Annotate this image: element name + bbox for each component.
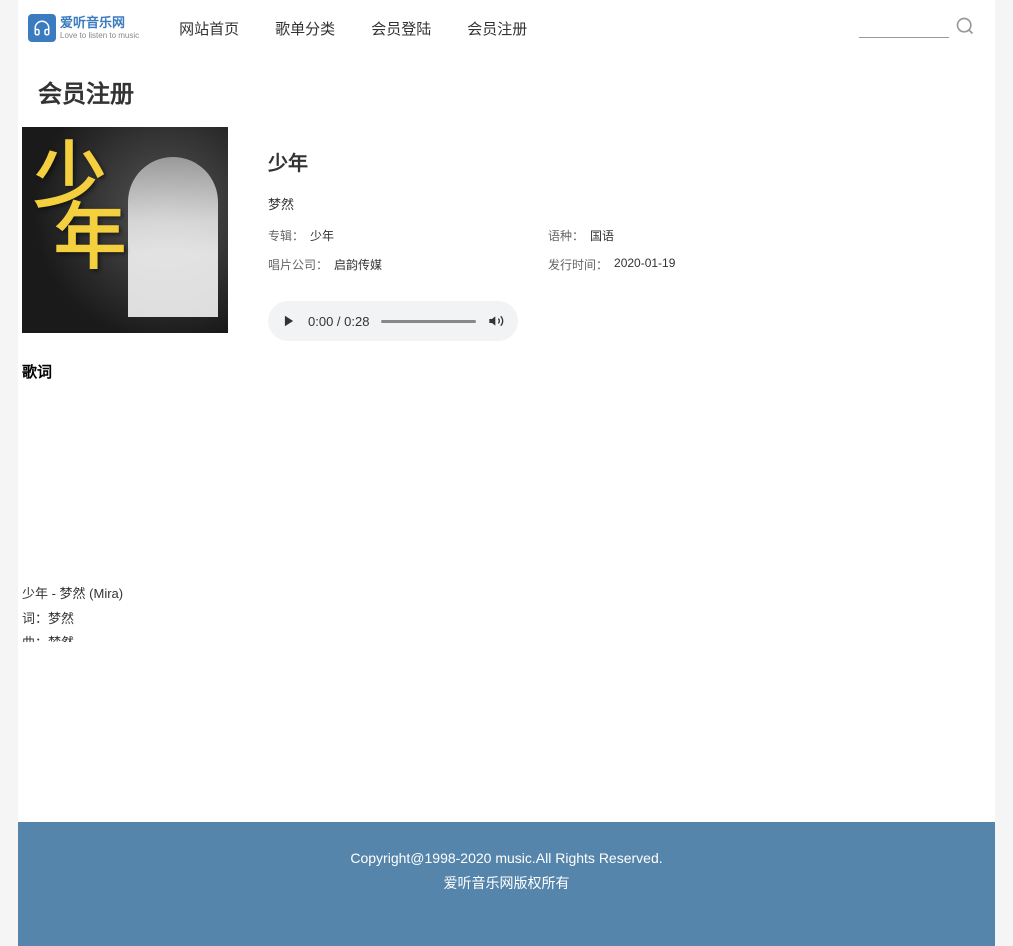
- nav-login[interactable]: 会员登陆: [371, 18, 431, 39]
- audio-player: 0:00 / 0:28: [268, 301, 518, 341]
- main-nav: 网站首页 歌单分类 会员登陆 会员注册: [179, 18, 859, 39]
- lyric-line: 少年 - 梦然 (Mira): [22, 582, 991, 607]
- nav-home[interactable]: 网站首页: [179, 18, 239, 39]
- header: 爱听音乐网 Love to listen to music 网站首页 歌单分类 …: [18, 0, 995, 56]
- logo[interactable]: 爱听音乐网 Love to listen to music: [28, 14, 139, 42]
- footer-copyright: Copyright@1998-2020 music.All Rights Res…: [18, 846, 995, 871]
- song-artist: 梦然: [268, 194, 995, 213]
- time-display: 0:00 / 0:28: [308, 314, 369, 329]
- album-cover: 少 年: [22, 127, 228, 333]
- meta-album: 专辑： 少年: [268, 227, 548, 244]
- lyric-line: 词：梦然: [22, 607, 991, 632]
- page-title: 会员注册: [18, 56, 995, 127]
- song-info: 少年 梦然 专辑： 少年 语种： 国语 唱片公司： 启韵传媒 发行时间： 202…: [268, 127, 995, 341]
- logo-subtitle: Love to listen to music: [60, 31, 139, 40]
- footer-owner: 爱听音乐网版权所有: [18, 871, 995, 896]
- lyrics-title: 歌词: [22, 361, 991, 382]
- volume-button[interactable]: [488, 313, 504, 329]
- song-title: 少年: [268, 147, 995, 176]
- meta-company: 唱片公司： 启韵传媒: [268, 256, 548, 273]
- play-button[interactable]: [282, 314, 296, 328]
- nav-register[interactable]: 会员注册: [467, 18, 527, 39]
- lyrics-content: 少年 - 梦然 (Mira) 词：梦然 曲：梦然: [22, 582, 991, 642]
- search-area: [859, 16, 975, 41]
- headphones-icon: [28, 14, 56, 42]
- footer: Copyright@1998-2020 music.All Rights Res…: [18, 822, 995, 946]
- meta-release: 发行时间： 2020-01-19: [548, 256, 828, 273]
- meta-language: 语种： 国语: [548, 227, 828, 244]
- lyric-line: 曲：梦然: [22, 631, 991, 642]
- search-icon[interactable]: [955, 16, 975, 41]
- progress-bar[interactable]: [381, 320, 476, 323]
- logo-title: 爱听音乐网: [60, 16, 139, 30]
- lyrics-section: 歌词 少年 - 梦然 (Mira) 词：梦然 曲：梦然: [18, 341, 995, 642]
- search-input[interactable]: [859, 18, 949, 38]
- nav-category[interactable]: 歌单分类: [275, 18, 335, 39]
